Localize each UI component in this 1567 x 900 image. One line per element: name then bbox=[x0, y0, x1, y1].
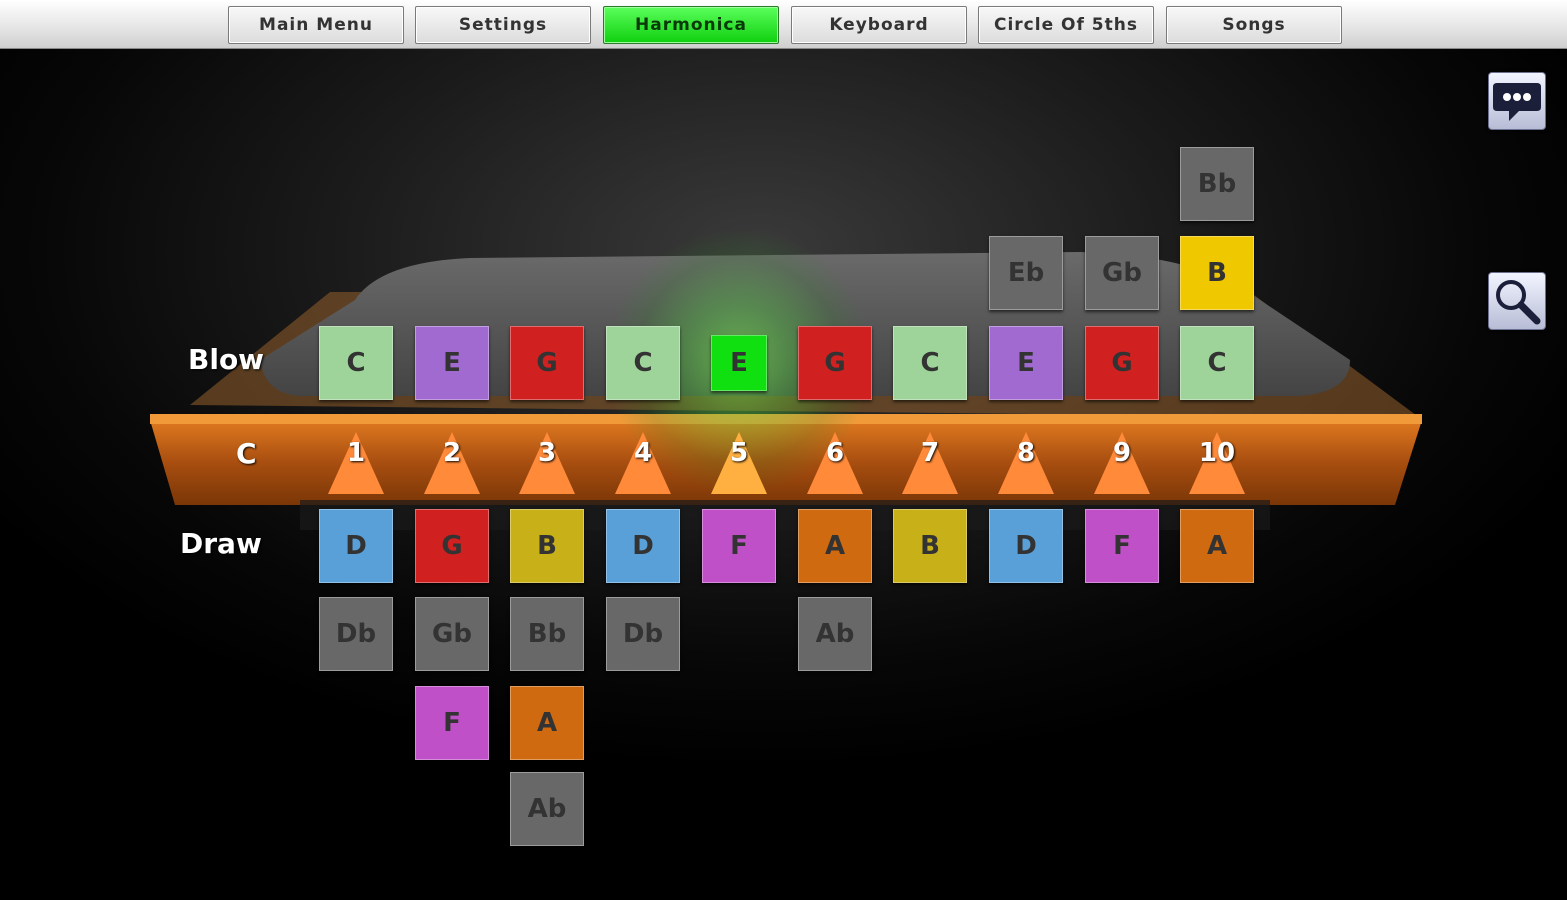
blow-note[interactable]: G bbox=[510, 326, 584, 400]
hole-number: 9 bbox=[1112, 438, 1132, 468]
draw-bend-note[interactable]: Db bbox=[319, 597, 393, 671]
draw-bend-note[interactable]: A bbox=[510, 686, 584, 760]
draw-bend-note[interactable]: Db bbox=[606, 597, 680, 671]
hole-number: 8 bbox=[1016, 438, 1036, 468]
blow-note[interactable]: E bbox=[989, 326, 1063, 400]
draw-note[interactable]: B bbox=[893, 509, 967, 583]
draw-note[interactable]: A bbox=[1180, 509, 1254, 583]
draw-bend-note[interactable]: Bb bbox=[510, 597, 584, 671]
blow-bend-note[interactable]: Eb bbox=[989, 236, 1063, 310]
blow-bend-note[interactable]: B bbox=[1180, 236, 1254, 310]
draw-bend-note[interactable]: F bbox=[415, 686, 489, 760]
draw-label: Draw bbox=[180, 527, 262, 560]
draw-bend-note[interactable]: Ab bbox=[510, 772, 584, 846]
hole-number: 7 bbox=[920, 438, 940, 468]
draw-note[interactable]: F bbox=[1085, 509, 1159, 583]
hole-number: 3 bbox=[537, 438, 557, 468]
blow-note[interactable]: C bbox=[893, 326, 967, 400]
harmonica-key-label: C bbox=[236, 437, 257, 470]
blow-note[interactable]: G bbox=[798, 326, 872, 400]
draw-bend-note[interactable]: Gb bbox=[415, 597, 489, 671]
draw-note[interactable]: A bbox=[798, 509, 872, 583]
blow-bend-note[interactable]: Bb bbox=[1180, 147, 1254, 221]
blow-note[interactable]: E bbox=[711, 335, 767, 391]
draw-note[interactable]: D bbox=[989, 509, 1063, 583]
blow-note[interactable]: C bbox=[319, 326, 393, 400]
draw-note[interactable]: B bbox=[510, 509, 584, 583]
draw-bend-note[interactable]: Ab bbox=[798, 597, 872, 671]
draw-note[interactable]: F bbox=[702, 509, 776, 583]
hole-number: 10 bbox=[1198, 438, 1236, 468]
hole-number: 1 bbox=[346, 438, 366, 468]
hole-number: 6 bbox=[825, 438, 845, 468]
draw-note[interactable]: G bbox=[415, 509, 489, 583]
draw-note[interactable]: D bbox=[606, 509, 680, 583]
hole-number: 2 bbox=[442, 438, 462, 468]
blow-label: Blow bbox=[188, 343, 265, 376]
draw-note[interactable]: D bbox=[319, 509, 393, 583]
blow-bend-note[interactable]: Gb bbox=[1085, 236, 1159, 310]
blow-note[interactable]: G bbox=[1085, 326, 1159, 400]
blow-note[interactable]: C bbox=[1180, 326, 1254, 400]
blow-note[interactable]: C bbox=[606, 326, 680, 400]
hole-number: 4 bbox=[633, 438, 653, 468]
hole-number: 5 bbox=[729, 438, 749, 468]
blow-note[interactable]: E bbox=[415, 326, 489, 400]
harmonica-view: Blow Draw C 1 C D Db 2 E G Gb F 3 G B Bb A Ab 4 C D Db 5 E F 6… bbox=[0, 0, 1567, 900]
